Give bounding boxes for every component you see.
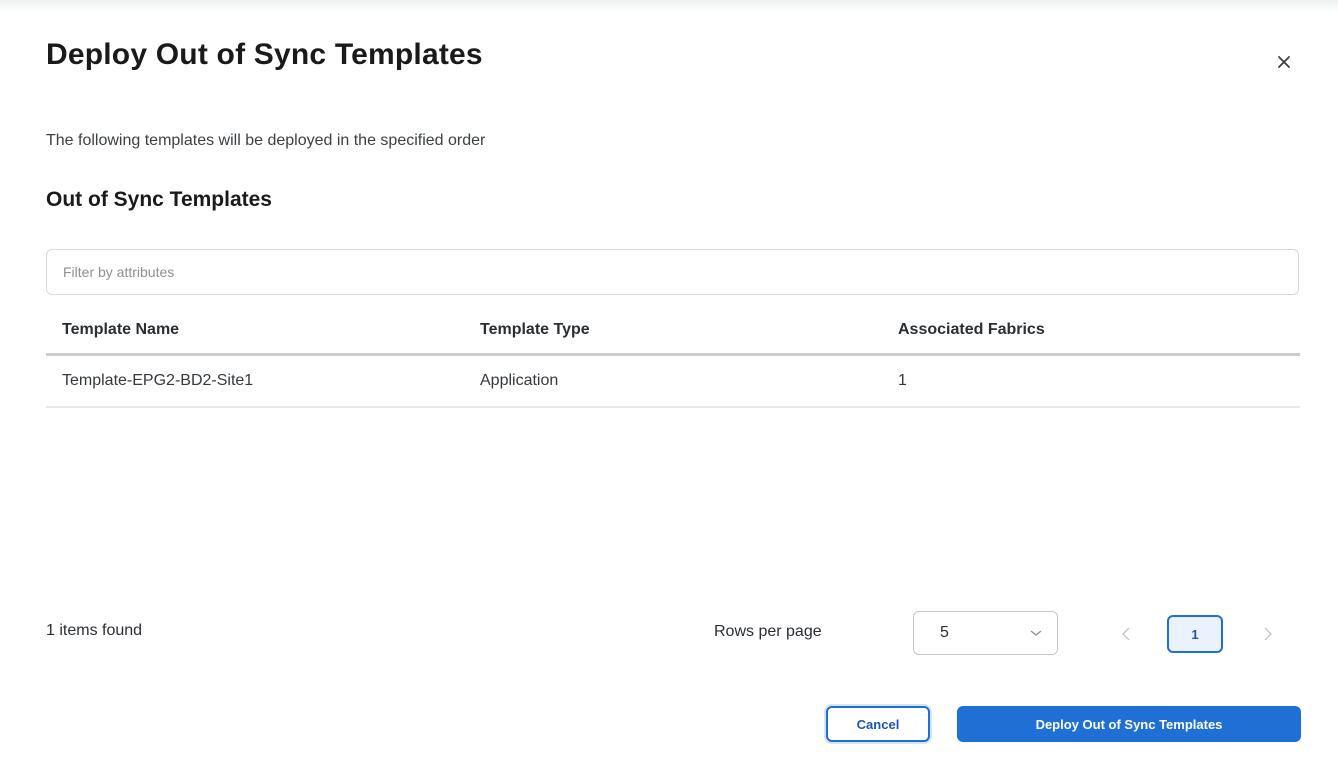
cancel-button[interactable]: Cancel	[826, 706, 930, 742]
dialog-title: Deploy Out of Sync Templates	[46, 38, 483, 71]
deploy-button[interactable]: Deploy Out of Sync Templates	[957, 706, 1301, 742]
items-found-count: 1 items found	[46, 622, 143, 639]
rows-per-page-label: Rows per page	[714, 623, 822, 640]
filter-input[interactable]	[46, 249, 1299, 295]
column-header-associated-fabrics[interactable]: Associated Fabrics	[884, 321, 1300, 339]
previous-page-button[interactable]	[1112, 618, 1140, 650]
cell-template-name: Template-EPG2-BD2-Site1	[62, 372, 254, 389]
chevron-left-icon	[1122, 627, 1130, 641]
chevron-down-icon	[1030, 630, 1042, 636]
dialog-top-edge	[0, 0, 1338, 12]
table-header: Template Name Template Type Associated F…	[46, 306, 1300, 356]
deploy-dialog: Deploy Out of Sync Templates The followi…	[0, 0, 1338, 760]
current-page-button[interactable]: 1	[1167, 615, 1223, 653]
column-header-template-name[interactable]: Template Name	[46, 321, 466, 339]
close-button[interactable]	[1270, 48, 1298, 76]
rows-per-page-select[interactable]: 5	[913, 611, 1058, 655]
rows-per-page-value: 5	[940, 624, 949, 641]
column-header-template-type[interactable]: Template Type	[466, 321, 884, 339]
section-title: Out of Sync Templates	[46, 188, 272, 211]
cell-associated-fabrics: 1	[898, 372, 907, 389]
close-icon	[1278, 56, 1290, 68]
chevron-right-icon	[1264, 627, 1272, 641]
dialog-subtitle: The following templates will be deployed…	[46, 132, 486, 149]
cell-template-type: Application	[480, 372, 559, 389]
next-page-button[interactable]	[1254, 618, 1282, 650]
table-row[interactable]: Template-EPG2-BD2-Site1 Application 1	[46, 356, 1300, 408]
templates-table: Template Name Template Type Associated F…	[46, 306, 1300, 408]
